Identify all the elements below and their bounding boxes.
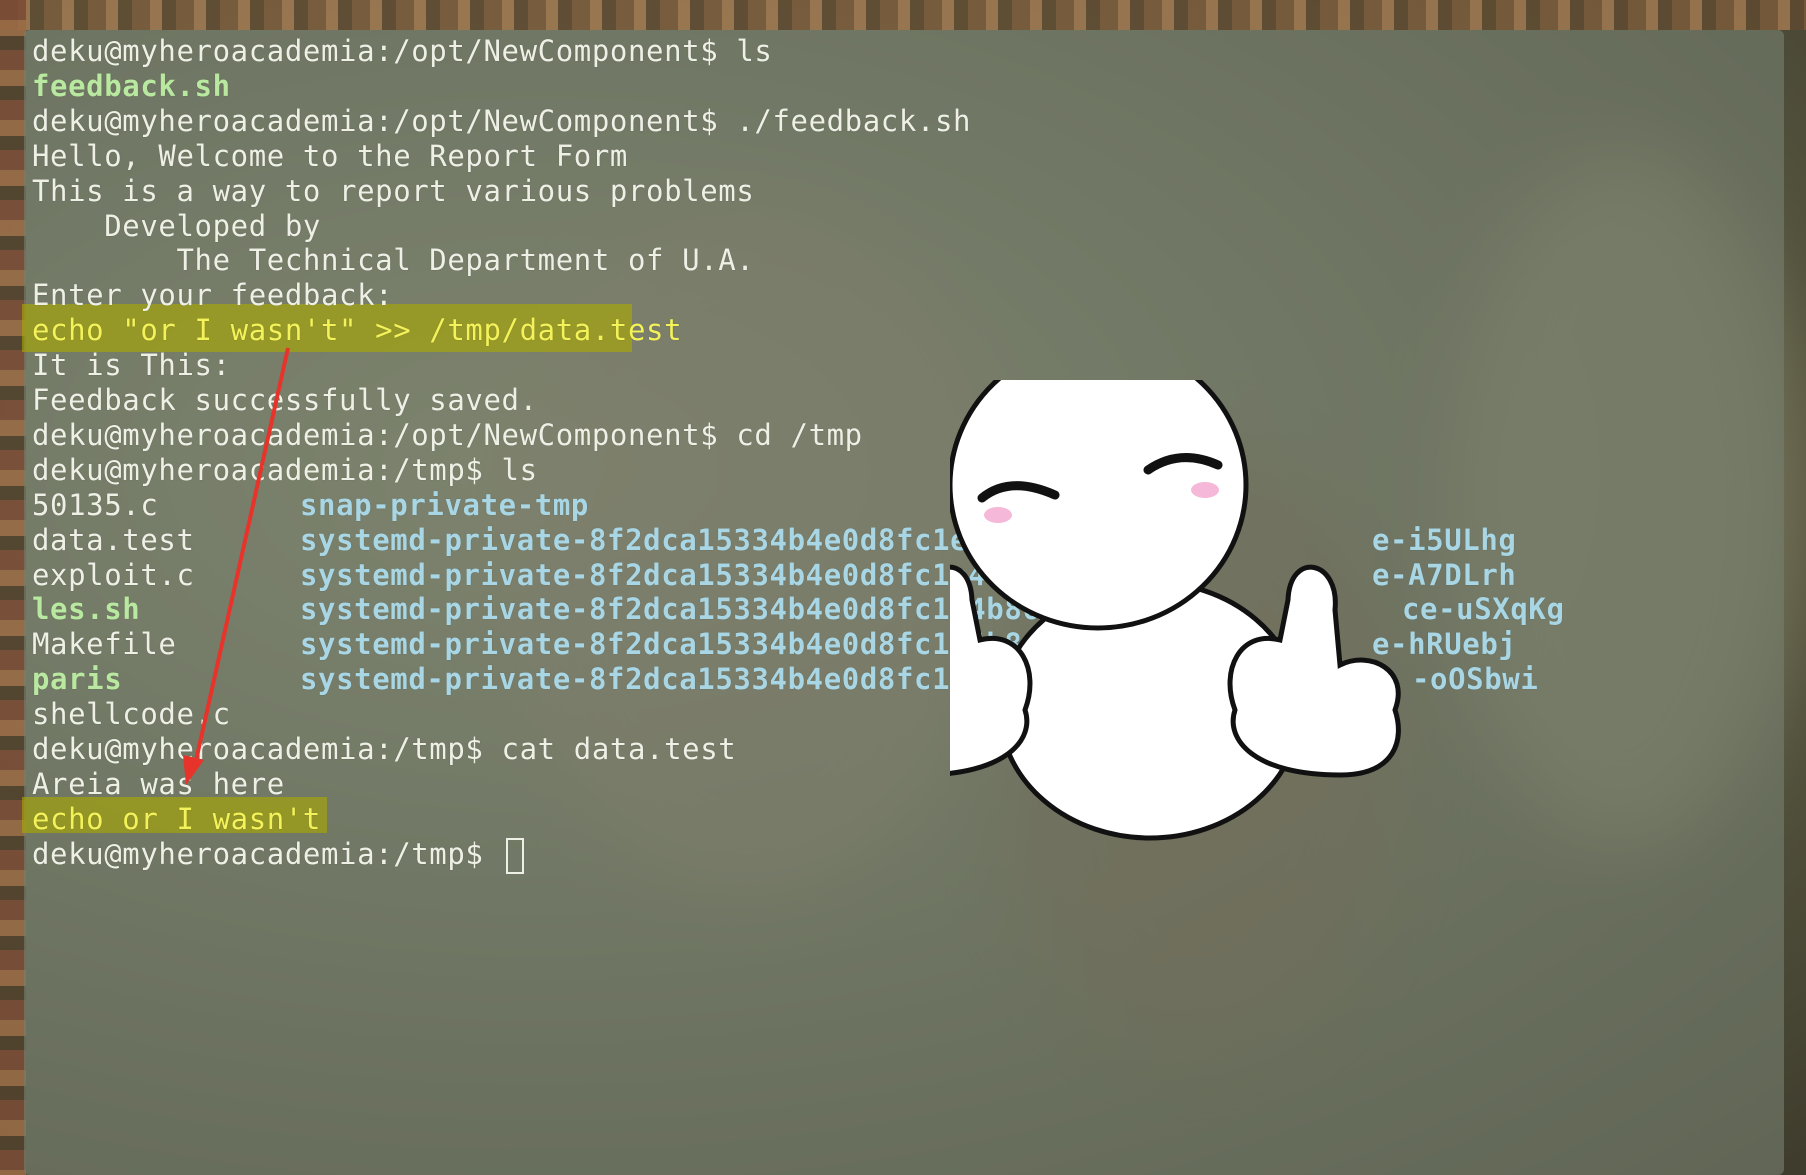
red-arrow (183, 347, 290, 785)
thumbs-up-blob-character (950, 380, 1401, 841)
